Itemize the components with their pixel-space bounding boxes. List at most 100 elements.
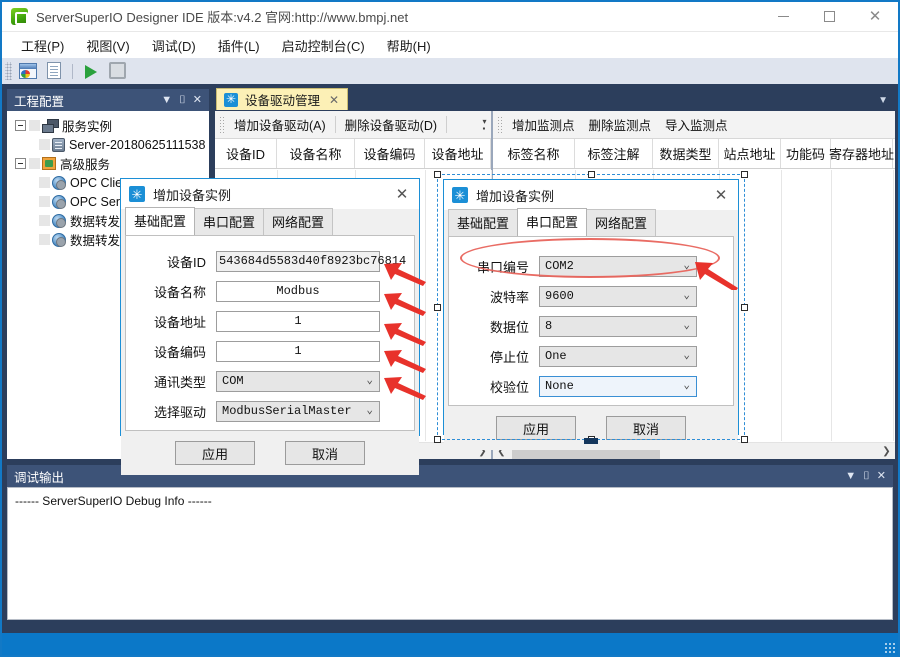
column-header-tag-comment[interactable]: 标签注解 bbox=[575, 139, 653, 168]
menu-item-console[interactable]: 启动控制台(C) bbox=[271, 33, 376, 58]
title-bar: ServerSuperIO Designer IDE 版本:v4.2 官网:ht… bbox=[2, 2, 898, 32]
menu-item-debug[interactable]: 调试(D) bbox=[141, 33, 207, 58]
dialog-close-button[interactable]: ✕ bbox=[706, 186, 736, 204]
cancel-button[interactable]: 取消 bbox=[285, 441, 365, 465]
field-label-stop-bits: 停止位 bbox=[489, 349, 529, 365]
delete-device-driver-button[interactable]: 删除设备驱动(D) bbox=[338, 112, 444, 137]
field-row-parity: 校验位 None ⌄ bbox=[449, 375, 733, 397]
add-device-driver-button[interactable]: 增加设备驱动(A) bbox=[227, 112, 333, 137]
tree-item-label: Server-20180625111538 bbox=[69, 137, 206, 152]
tree-connector bbox=[39, 196, 50, 207]
panel-pin-icon[interactable]: ⌷ bbox=[179, 94, 186, 106]
tab-serial-config[interactable]: 串口配置 bbox=[194, 208, 265, 235]
column-header-function-code[interactable]: 功能码 bbox=[781, 139, 831, 168]
tab-serial-config[interactable]: 串口配置 bbox=[517, 208, 588, 236]
add-monitor-point-button[interactable]: 增加监测点 bbox=[505, 112, 582, 137]
servers-icon bbox=[42, 118, 59, 133]
opc-icon bbox=[52, 232, 66, 247]
baud-rate-select[interactable]: 9600 ⌄ bbox=[539, 285, 697, 307]
dialog-title: 增加设备实例 bbox=[476, 188, 555, 204]
column-header-register-address[interactable]: 寄存器地址 bbox=[829, 139, 894, 168]
device-address-input[interactable]: 1 bbox=[216, 310, 380, 332]
column-header-tag-name[interactable]: 标签名称 bbox=[493, 139, 575, 168]
tree-connector bbox=[39, 139, 50, 150]
tree-item-label: 高级服务 bbox=[60, 158, 111, 172]
panel-dropdown-icon[interactable]: ▼ bbox=[845, 470, 856, 482]
driver-select[interactable]: ModbusSerialMaster ⌄ bbox=[216, 400, 380, 422]
dialog-tabstrip: 基础配置 串口配置 网络配置 bbox=[121, 207, 419, 235]
menu-item-plugin[interactable]: 插件(L) bbox=[207, 33, 271, 58]
project-config-title: 工程配置 bbox=[14, 94, 65, 109]
device-id-input[interactable]: 543684d5583d40f8923bc76814 bbox=[216, 250, 406, 272]
cancel-button[interactable]: 取消 bbox=[606, 416, 686, 440]
device-toolbar: 增加设备驱动(A) 删除设备驱动(D) ▾ ▪ bbox=[215, 111, 491, 139]
tree-item-service-instances[interactable]: 服务实例 bbox=[13, 116, 209, 135]
new-document-button[interactable] bbox=[43, 60, 65, 82]
tabstrip-overflow-icon[interactable]: ▼ bbox=[878, 95, 896, 110]
field-label-device-address: 设备地址 bbox=[153, 314, 206, 330]
column-header-device-address[interactable]: 设备地址 bbox=[425, 139, 491, 168]
tree-item-server-instance[interactable]: Server-20180625111538 bbox=[13, 135, 209, 154]
delete-monitor-point-button[interactable]: 删除监测点 bbox=[582, 112, 659, 137]
menu-item-project[interactable]: 工程(P) bbox=[10, 33, 75, 58]
maximize-button[interactable] bbox=[806, 2, 852, 32]
tab-close-icon[interactable]: ✕ bbox=[327, 93, 341, 107]
tab-basic-config[interactable]: 基础配置 bbox=[125, 207, 196, 235]
column-header-data-type[interactable]: 数据类型 bbox=[653, 139, 719, 168]
device-toolbar-grip[interactable] bbox=[219, 115, 225, 134]
window-controls: ✕ bbox=[760, 2, 898, 32]
dialog-basic-page: 设备ID 543684d5583d40f8923bc76814 设备名称 Mod… bbox=[125, 235, 415, 431]
menu-item-view[interactable]: 视图(V) bbox=[75, 33, 140, 58]
open-project-button[interactable] bbox=[17, 60, 39, 82]
tree-item-advanced-services[interactable]: 高级服务 bbox=[13, 154, 209, 173]
column-header-device-id[interactable]: 设备ID bbox=[215, 139, 277, 168]
stop-bits-select[interactable]: One ⌄ bbox=[539, 345, 697, 367]
parity-select[interactable]: None ⌄ bbox=[539, 375, 697, 397]
tab-network-config[interactable]: 网络配置 bbox=[586, 209, 657, 236]
com-port-select[interactable]: COM2 ⌄ bbox=[539, 255, 697, 277]
stop-bits-value: One bbox=[545, 349, 567, 363]
tag-toolbar-grip[interactable] bbox=[497, 115, 503, 134]
debug-output-text[interactable]: ------ ServerSuperIO Debug Info ------ bbox=[7, 487, 893, 620]
tree-expander-icon[interactable] bbox=[15, 120, 26, 131]
tree-item-label: OPC Serv bbox=[70, 194, 127, 209]
data-bits-select[interactable]: 8 ⌄ bbox=[539, 315, 697, 337]
panel-close-icon[interactable]: ✕ bbox=[877, 470, 886, 482]
column-header-device-name[interactable]: 设备名称 bbox=[277, 139, 355, 168]
minimize-button[interactable] bbox=[760, 2, 806, 32]
import-monitor-point-button[interactable]: 导入监测点 bbox=[658, 112, 735, 137]
tree-expander-icon[interactable] bbox=[15, 158, 26, 169]
window-resize-grip[interactable] bbox=[884, 642, 896, 654]
tab-network-config[interactable]: 网络配置 bbox=[263, 208, 334, 235]
comm-type-select[interactable]: COM ⌄ bbox=[216, 370, 380, 392]
tab-device-driver-management[interactable]: 设备驱动管理 ✕ bbox=[216, 88, 349, 110]
field-row-com-port: 串口编号 COM2 ⌄ bbox=[449, 255, 733, 277]
panel-close-icon[interactable]: ✕ bbox=[193, 94, 202, 106]
apply-button[interactable]: 应用 bbox=[496, 416, 576, 440]
column-header-station-address[interactable]: 站点地址 bbox=[719, 139, 781, 168]
server-instance-icon bbox=[52, 137, 65, 152]
device-toolbar-overflow-icon[interactable]: ▾ ▪ bbox=[478, 112, 491, 138]
device-name-input[interactable]: Modbus bbox=[216, 280, 380, 302]
panel-dropdown-icon[interactable]: ▼ bbox=[161, 94, 172, 106]
advanced-service-icon bbox=[42, 157, 56, 170]
apply-button[interactable]: 应用 bbox=[175, 441, 255, 465]
close-button[interactable]: ✕ bbox=[852, 2, 898, 32]
dialog-basic-footer: 应用 取消 bbox=[121, 431, 419, 475]
column-header-device-code[interactable]: 设备编码 bbox=[355, 139, 425, 168]
toolbar-grip[interactable] bbox=[5, 62, 12, 80]
run-button[interactable] bbox=[80, 60, 102, 82]
panel-pin-icon[interactable]: ⌷ bbox=[863, 470, 870, 482]
com-port-value: COM2 bbox=[545, 259, 574, 273]
tab-basic-config[interactable]: 基础配置 bbox=[448, 209, 519, 236]
menu-item-help[interactable]: 帮助(H) bbox=[376, 33, 442, 58]
stop-button[interactable] bbox=[106, 60, 128, 82]
tree-item-label: 数据转发 bbox=[70, 215, 121, 229]
device-code-input[interactable]: 1 bbox=[216, 340, 380, 362]
dialog-close-button[interactable]: ✕ bbox=[387, 185, 417, 203]
add-device-instance-dialog-serial: 增加设备实例 ✕ 基础配置 串口配置 网络配置 串口编号 COM2 ⌄ 波特率 … bbox=[443, 179, 739, 450]
scroll-right-icon[interactable]: ❯ bbox=[878, 446, 895, 457]
grid-column-divider bbox=[893, 170, 894, 441]
tree-item-label: 数据转发 bbox=[70, 234, 121, 248]
grid-column-divider bbox=[425, 170, 426, 441]
